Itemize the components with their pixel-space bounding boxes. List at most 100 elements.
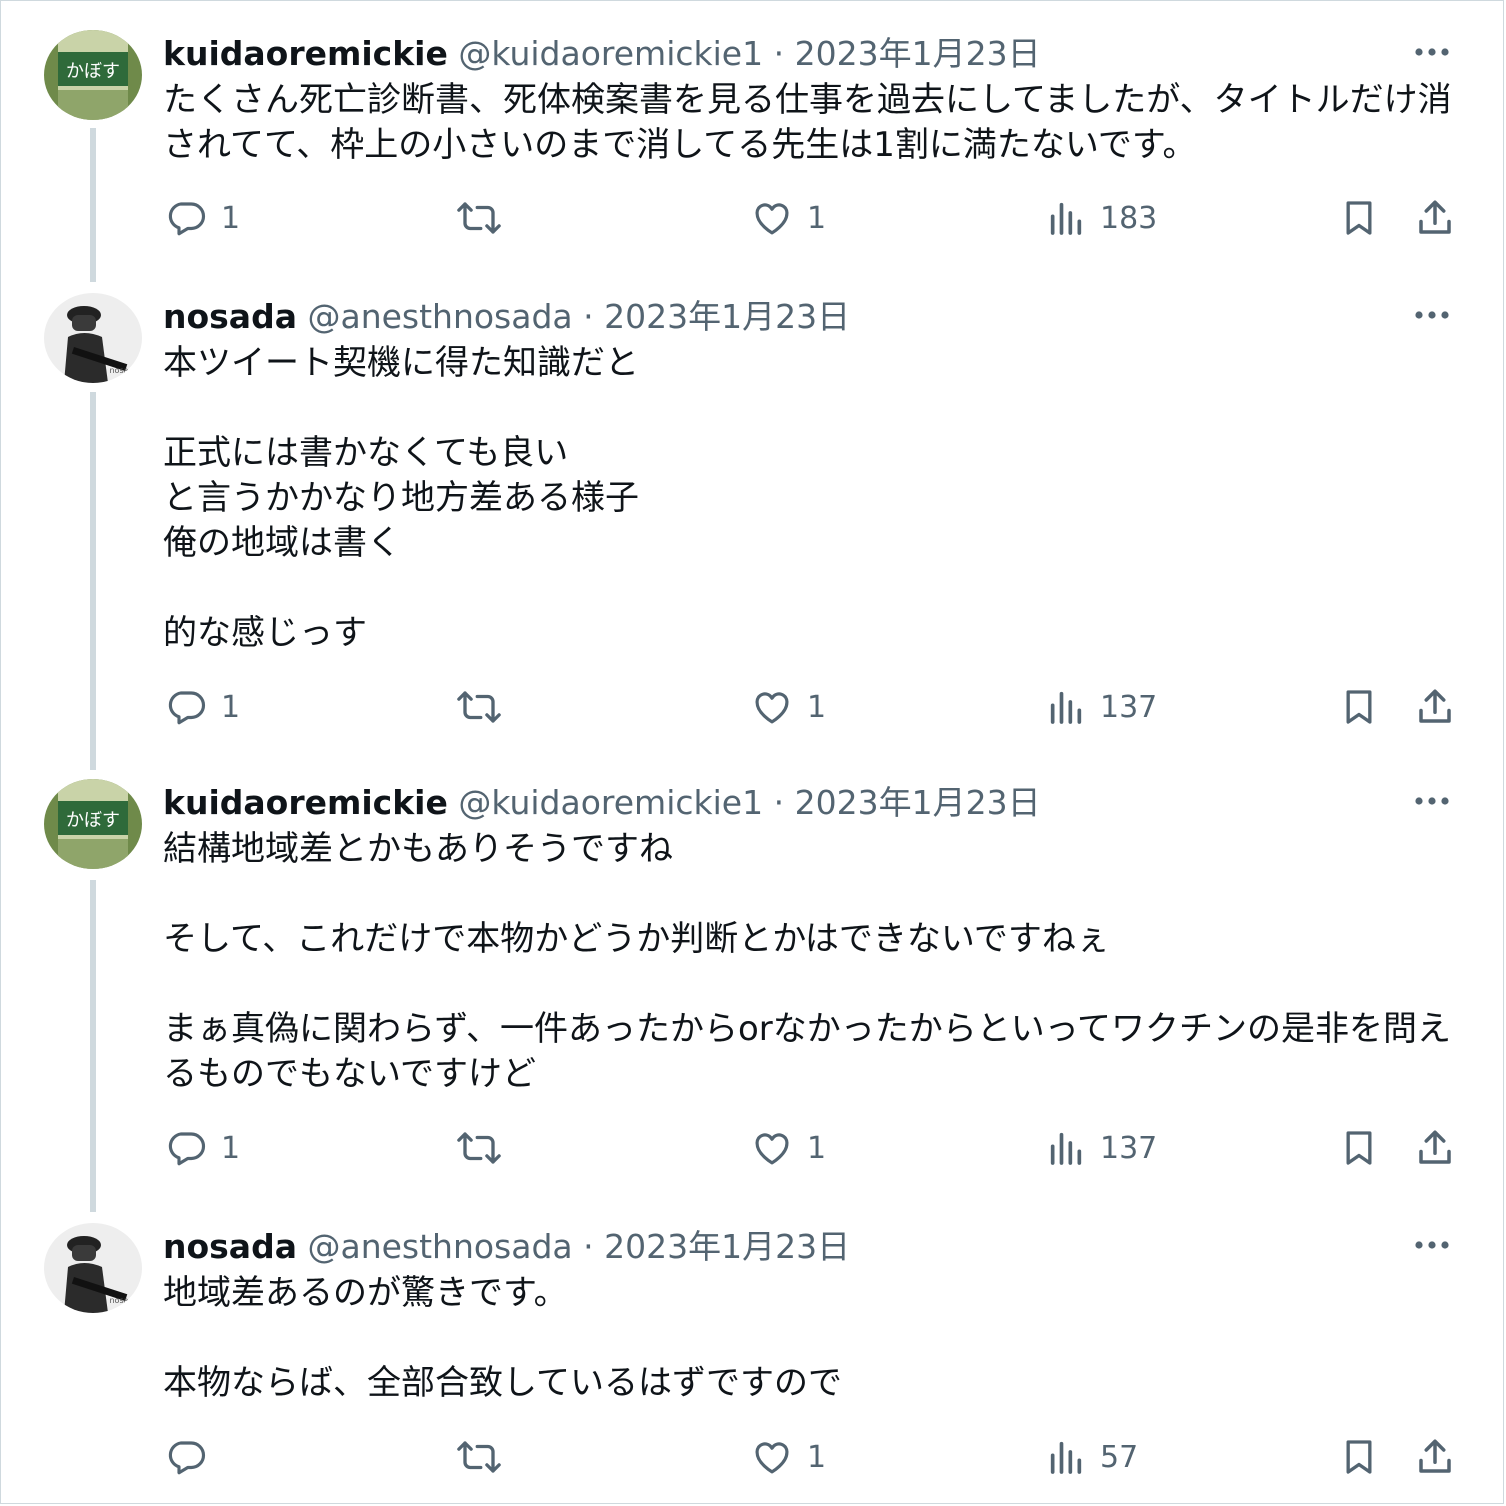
reply-button[interactable]: 1 xyxy=(165,193,240,243)
views-icon xyxy=(1050,1132,1082,1165)
tweet-text: たくさん死亡診断書、死体検案書を見る仕事を過去にしてましたが、タイトルだけ消され… xyxy=(163,80,1452,165)
bookmark-icon xyxy=(1346,201,1372,235)
views-button[interactable]: 137 xyxy=(1046,1123,1157,1173)
separator: · xyxy=(583,1227,594,1266)
tweet-text: 結構地域差とかもありそうですね そして、これだけで本物かどうか判断とかはできない… xyxy=(163,829,1452,1094)
reply-button[interactable]: 1 xyxy=(165,1123,240,1173)
timestamp[interactable]: 2023年1月23日 xyxy=(795,34,1041,73)
views-icon xyxy=(1050,1441,1082,1474)
like-button[interactable]: 1 xyxy=(751,1432,826,1482)
handle[interactable]: @anesthnosada xyxy=(307,1227,572,1266)
display-name[interactable]: kuidaoremickie xyxy=(163,34,448,73)
bookmark-button[interactable] xyxy=(1339,682,1379,732)
action-bar: 1 1 137 xyxy=(0,682,1506,732)
retweet-icon xyxy=(457,202,501,234)
retweet-button[interactable] xyxy=(456,1432,516,1482)
retweet-button[interactable] xyxy=(456,1123,516,1173)
like-count: 1 xyxy=(807,689,827,725)
handle[interactable]: @anesthnosada xyxy=(307,297,572,336)
reply-button[interactable]: 1 xyxy=(165,682,240,732)
views-count: 137 xyxy=(1100,689,1158,725)
avatar-image: nosada xyxy=(44,1223,142,1313)
more-icon[interactable] xyxy=(1410,779,1454,823)
avatar[interactable]: nosada xyxy=(44,1223,142,1313)
views-count: 183 xyxy=(1100,200,1158,236)
reply-count: 1 xyxy=(221,689,241,725)
avatar-image: かぼす xyxy=(44,30,142,120)
display-name[interactable]: nosada xyxy=(163,297,297,336)
heart-icon xyxy=(755,203,789,235)
more-icon[interactable] xyxy=(1410,293,1454,337)
share-icon xyxy=(1419,200,1451,234)
share-icon xyxy=(1419,1130,1451,1164)
like-button[interactable]: 1 xyxy=(751,682,826,732)
tweet-header: kuidaoremickie @kuidaoremickie1 · 2023年1… xyxy=(163,32,1396,76)
bookmark-icon xyxy=(1346,690,1372,724)
reply-icon xyxy=(168,691,206,725)
heart-icon xyxy=(755,1442,789,1474)
separator: · xyxy=(583,297,594,336)
reply-button[interactable] xyxy=(165,1432,221,1482)
handle[interactable]: @kuidaoremickie1 xyxy=(458,34,763,73)
svg-text:かぼす: かぼす xyxy=(66,61,120,82)
heart-icon xyxy=(755,692,789,724)
reply-count: 1 xyxy=(221,1130,241,1166)
action-bar: 1 1 137 xyxy=(0,1123,1506,1173)
share-button[interactable] xyxy=(1414,1432,1456,1482)
share-icon xyxy=(1419,689,1451,723)
more-icon[interactable] xyxy=(1410,30,1454,74)
avatar[interactable]: かぼす xyxy=(44,779,142,869)
views-icon xyxy=(1050,691,1082,724)
reply-count: 1 xyxy=(221,200,241,236)
share-button[interactable] xyxy=(1414,1123,1456,1173)
like-button[interactable]: 1 xyxy=(751,193,826,243)
tweet-header: kuidaoremickie @kuidaoremickie1 · 2023年1… xyxy=(163,781,1396,825)
retweet-icon xyxy=(457,1441,501,1473)
display-name[interactable]: kuidaoremickie xyxy=(163,783,448,822)
like-button[interactable]: 1 xyxy=(751,1123,826,1173)
views-button[interactable]: 183 xyxy=(1046,193,1157,243)
retweet-icon xyxy=(457,1132,501,1164)
bookmark-button[interactable] xyxy=(1339,193,1379,243)
views-icon xyxy=(1050,202,1082,235)
like-count: 1 xyxy=(807,200,827,236)
share-button[interactable] xyxy=(1414,193,1456,243)
views-button[interactable]: 137 xyxy=(1046,682,1157,732)
share-button[interactable] xyxy=(1414,682,1456,732)
retweet-button[interactable] xyxy=(456,193,516,243)
avatar-image: かぼす xyxy=(44,779,142,869)
separator: · xyxy=(773,783,785,822)
timestamp[interactable]: 2023年1月23日 xyxy=(604,297,850,336)
bookmark-button[interactable] xyxy=(1339,1123,1379,1173)
timestamp[interactable]: 2023年1月23日 xyxy=(604,1227,850,1266)
reply-icon xyxy=(168,202,206,236)
bookmark-icon xyxy=(1346,1131,1372,1165)
avatar-image: nosada xyxy=(44,293,142,383)
svg-text:かぼす: かぼす xyxy=(66,810,120,831)
avatar[interactable]: かぼす xyxy=(44,30,142,120)
bookmark-button[interactable] xyxy=(1339,1432,1379,1482)
tweet-header: nosada @anesthnosada · 2023年1月23日 xyxy=(163,295,1396,339)
reply-icon xyxy=(168,1441,206,1475)
tweet-text: 本ツイート契機に得た知識だと 正式には書かなくても良い と言うかかなり地方差ある… xyxy=(163,343,639,653)
reply-icon xyxy=(168,1132,206,1166)
heart-icon xyxy=(755,1133,789,1165)
avatar[interactable]: nosada xyxy=(44,293,142,383)
timestamp[interactable]: 2023年1月23日 xyxy=(795,783,1041,822)
views-count: 137 xyxy=(1100,1130,1158,1166)
tweet-text: 地域差あるのが驚きです。 本物ならば、全部合致しているはずですので xyxy=(163,1273,842,1403)
like-count: 1 xyxy=(807,1130,827,1166)
tweet-header: nosada @anesthnosada · 2023年1月23日 xyxy=(163,1225,1396,1269)
separator: · xyxy=(773,34,785,73)
retweet-icon xyxy=(457,691,501,723)
bookmark-icon xyxy=(1346,1440,1372,1474)
action-bar: 1 1 183 xyxy=(0,193,1506,243)
more-icon[interactable] xyxy=(1410,1223,1454,1267)
handle[interactable]: @kuidaoremickie1 xyxy=(458,783,763,822)
views-count: 57 xyxy=(1100,1439,1139,1475)
display-name[interactable]: nosada xyxy=(163,1227,297,1266)
action-bar: 1 57 xyxy=(0,1432,1506,1482)
like-count: 1 xyxy=(807,1439,827,1475)
views-button[interactable]: 57 xyxy=(1046,1432,1138,1482)
retweet-button[interactable] xyxy=(456,682,516,732)
